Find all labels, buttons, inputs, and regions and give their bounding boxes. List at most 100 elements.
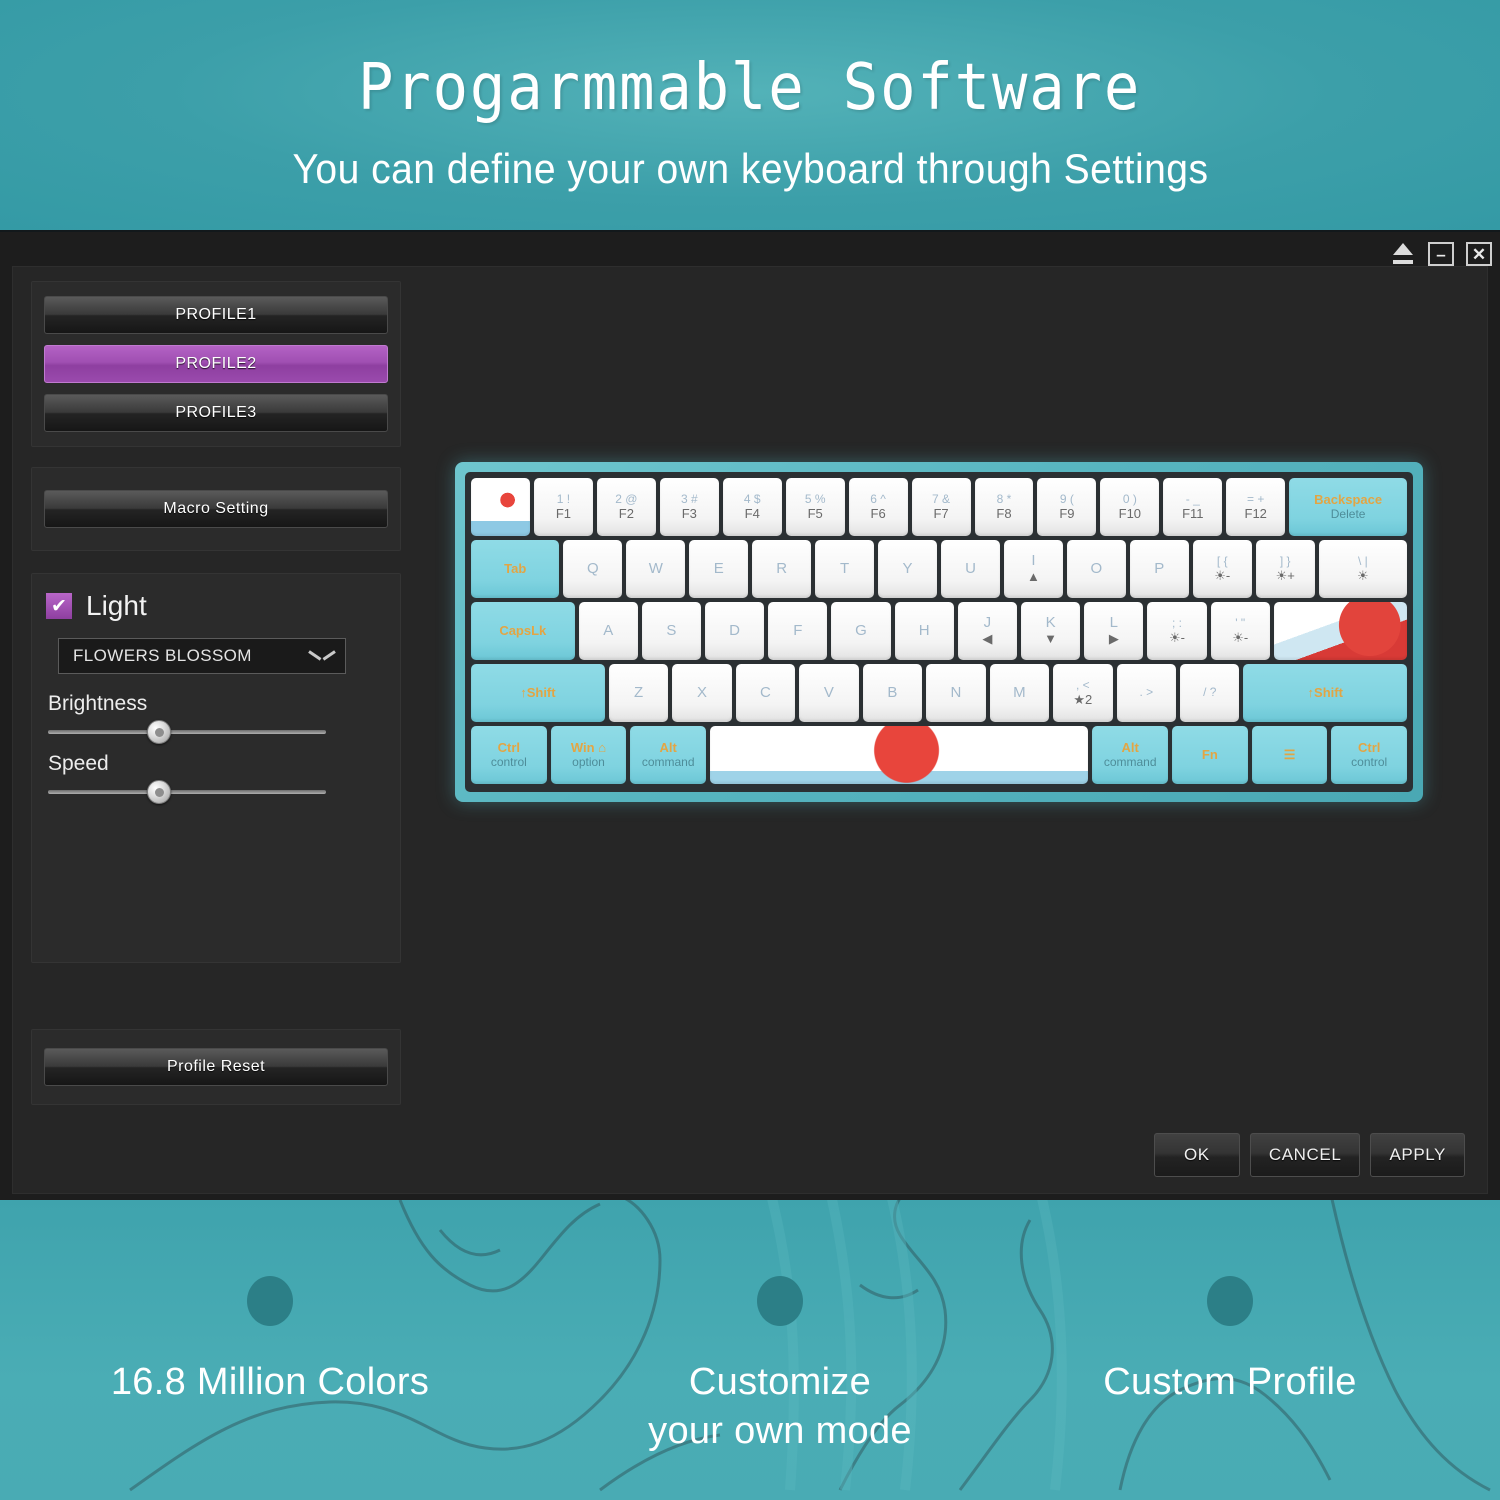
feature-bullet-icon (1207, 1276, 1253, 1326)
keycap-secondary-legend: ▶ (1108, 631, 1119, 647)
keycap-primary-legend: Y (902, 559, 913, 577)
keycap-delete[interactable]: Backspace Delete (1289, 478, 1408, 536)
light-checkbox[interactable]: ✔ (46, 593, 72, 619)
keycap--[interactable]: [ {☀- (1192, 540, 1252, 598)
keycap--[interactable]: ' " ☀- (1210, 602, 1270, 660)
brightness-slider[interactable] (48, 720, 326, 744)
eject-button[interactable] (1390, 241, 1416, 267)
keycap-primary-legend: , < (1075, 677, 1090, 692)
keycap-r[interactable]: R (752, 540, 812, 598)
keycap-y[interactable]: Y (878, 540, 938, 598)
keycap-t[interactable]: T (815, 540, 875, 598)
keycap-v[interactable]: V (799, 664, 859, 722)
keycap-capslk[interactable]: CapsLk (471, 602, 575, 660)
keycap-n[interactable]: N (926, 664, 986, 722)
keycap-secondary-legend: control (1351, 754, 1388, 769)
keycap-f1[interactable]: 1 ! F1 (533, 478, 593, 536)
keycap-f8[interactable]: 8 * F8 (974, 478, 1034, 536)
feature-item: Customize your own mode (590, 1276, 970, 1455)
keycap-b[interactable]: B (862, 664, 923, 722)
keycap--shift[interactable]: ↑Shift (1243, 664, 1408, 722)
keycap-u[interactable]: U (941, 540, 1000, 598)
close-button[interactable]: ✕ (1466, 242, 1492, 266)
keycap--[interactable]: L ▶ (1084, 602, 1144, 660)
keycap-primary-legend: CapsLk (499, 622, 547, 638)
keycap-a[interactable]: A (578, 602, 638, 660)
keycap-x[interactable]: X (672, 664, 732, 722)
keycap-option[interactable]: Win ⌂ option (550, 726, 627, 784)
brightness-slider-knob[interactable] (147, 720, 172, 744)
keycap--[interactable]: J ◀ (957, 602, 1018, 660)
profile-button-3[interactable]: PROFILE3 (44, 394, 388, 432)
keycap-f2[interactable]: 2 @ F2 (596, 478, 656, 536)
keycap-command[interactable]: Alt command (630, 726, 707, 784)
keycap-f3[interactable]: 3 # F3 (659, 478, 719, 536)
keycap-primary-legend: X (696, 683, 707, 701)
keycap-w[interactable]: W (626, 540, 686, 598)
profile-button-2[interactable]: PROFILE2 (44, 345, 388, 383)
keycap-g[interactable]: G (831, 602, 891, 660)
keycap--[interactable]: / ? (1180, 664, 1240, 722)
keycap-slot: Fn (1169, 723, 1251, 787)
keycap-e[interactable]: E (689, 540, 749, 598)
profile-reset-button[interactable]: Profile Reset (44, 1048, 388, 1086)
keycap-f12[interactable]: = + F12 (1226, 478, 1286, 536)
keycap-tab[interactable]: Tab (471, 540, 560, 598)
minimize-button[interactable]: – (1428, 242, 1454, 266)
keycap-f4[interactable]: 4 $ F4 (722, 478, 782, 536)
keycap-o[interactable]: O (1066, 540, 1126, 598)
keycap--[interactable]: ; : ☀- (1147, 602, 1207, 660)
light-effect-value: FLOWERS BLOSSOM (73, 646, 252, 665)
keycap-slot: U (938, 537, 1003, 601)
keycap-p[interactable]: P (1129, 540, 1189, 598)
keycap--[interactable]: K ▼ (1021, 602, 1081, 660)
keycap-control[interactable]: Ctrl control (1331, 726, 1408, 784)
keycap-secondary-legend: F8 (996, 505, 1012, 521)
keycap-z[interactable]: Z (608, 664, 669, 722)
keycap-f6[interactable]: 6 ^ F6 (848, 478, 908, 536)
keycap-art[interactable] (710, 726, 1088, 784)
profile-button-1[interactable]: PROFILE1 (44, 296, 388, 334)
keycap--[interactable]: . > (1116, 664, 1177, 722)
speed-slider-knob[interactable] (147, 780, 172, 804)
keycap-slot: V (796, 661, 862, 725)
keycap-f5[interactable]: 5 % F5 (785, 478, 845, 536)
keycap-c[interactable]: C (735, 664, 796, 722)
keycap-slot: ; : ☀- (1144, 599, 1210, 663)
keycap-m[interactable]: M (989, 664, 1050, 722)
keycap--shift[interactable]: ↑Shift (471, 664, 605, 722)
keycap--2[interactable]: , < ★2 (1053, 664, 1113, 722)
keycap-fn[interactable]: Fn (1172, 726, 1248, 784)
keycap-primary-legend: Alt (1121, 739, 1139, 755)
keycap-h[interactable]: H (894, 602, 954, 660)
keycap--[interactable]: ] } ☀+ (1255, 540, 1315, 598)
keycap--[interactable]: \ | ☀ (1318, 540, 1408, 598)
macro-setting-button[interactable]: Macro Setting (44, 490, 388, 528)
speed-slider[interactable] (48, 780, 326, 804)
keycap-f9[interactable]: 9 (F9 (1037, 478, 1097, 536)
cancel-button[interactable]: CANCEL (1249, 1133, 1361, 1177)
keycap--[interactable]: I ▲ (1003, 540, 1063, 598)
keycap-f10[interactable]: 0 ) F10 (1100, 478, 1160, 536)
keycap--[interactable]: ☰ (1251, 726, 1328, 784)
keycap-command[interactable]: Alt command (1092, 726, 1169, 784)
apply-button[interactable]: APPLY (1370, 1133, 1465, 1177)
feature-item: 16.8 Million Colors (60, 1276, 480, 1407)
keycap-d[interactable]: D (705, 602, 765, 660)
keycap-slot: X (669, 661, 735, 725)
light-effect-select[interactable]: FLOWERS BLOSSOM (58, 638, 346, 674)
ok-button[interactable]: OK (1153, 1133, 1240, 1177)
keycap-f11[interactable]: - _ F11 (1163, 478, 1223, 536)
keycap-art[interactable] (471, 478, 530, 536)
light-toggle-row[interactable]: ✔ Light (46, 590, 386, 622)
keycap-f7[interactable]: 7 & F7 (911, 478, 971, 536)
keycap-s[interactable]: S (641, 602, 701, 660)
keycap-f[interactable]: F (768, 602, 828, 660)
keycap-control[interactable]: Ctrl control (471, 726, 547, 784)
keycap-primary-legend: D (729, 621, 741, 639)
keycap-slot: I ▲ (1000, 537, 1066, 601)
keycap-primary-legend: ] } (1279, 553, 1291, 568)
keycap-art[interactable] (1274, 602, 1407, 660)
keycap-slot: Z (605, 661, 672, 725)
keycap-q[interactable]: Q (563, 540, 623, 598)
